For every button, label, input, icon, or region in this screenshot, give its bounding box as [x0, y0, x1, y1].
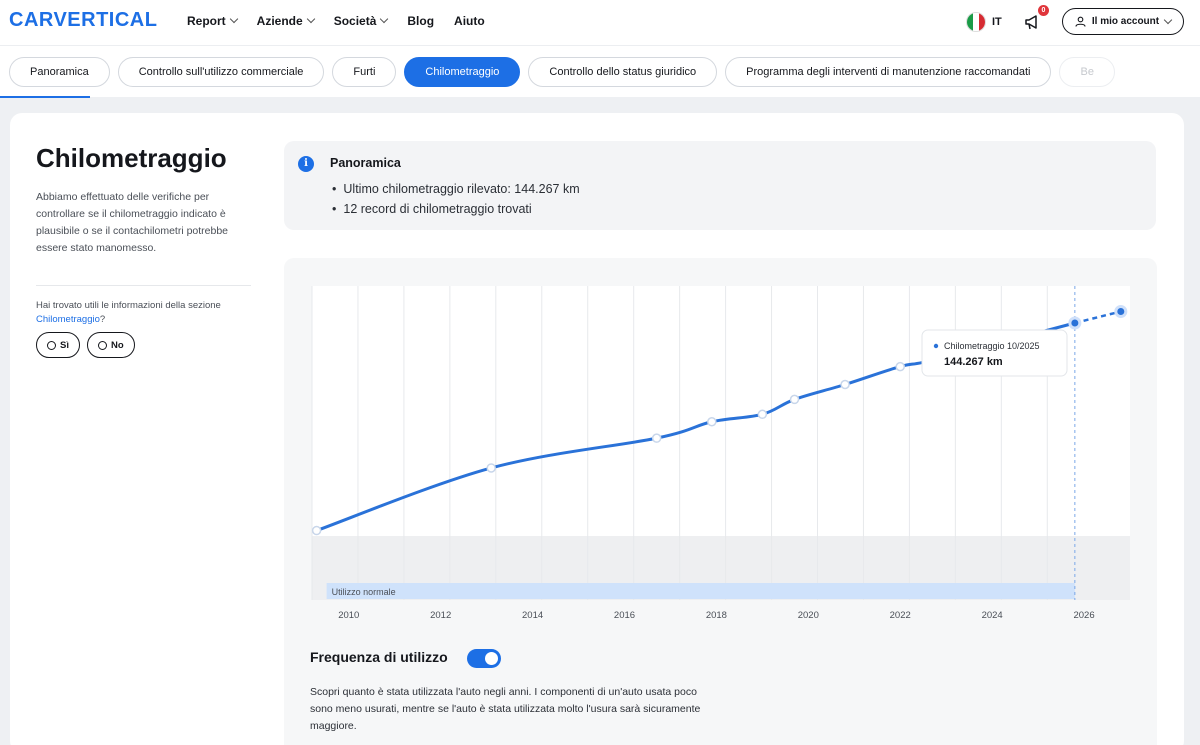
overview-list: Ultimo chilometraggio rilevato: 144.267 … [332, 179, 580, 219]
info-icon: i [298, 156, 314, 172]
tooltip-label: Chilometraggio 10/2025 [944, 341, 1040, 351]
x-tick-label: 2026 [1073, 610, 1094, 621]
frequency-description: Scopri quanto è stata utilizzata l'auto … [310, 686, 701, 732]
overview-item-last-mileage: Ultimo chilometraggio rilevato: 144.267 … [332, 179, 579, 199]
overview-item-record-count: 12 record di chilometraggio trovati [332, 199, 580, 219]
frown-icon [97, 340, 107, 350]
overview-title: Panoramica [330, 156, 401, 170]
notification-badge: 0 [1038, 5, 1049, 16]
tab-be[interactable]: Be [1059, 57, 1115, 87]
nav-aiuto[interactable]: Aiuto [454, 14, 485, 28]
x-tick-label: 2010 [338, 610, 359, 621]
frequency-title: Frequenza di utilizzo [310, 649, 448, 665]
section-description: Abbiamo effettuato delle verifiche per c… [36, 191, 229, 254]
mileage-chart: Utilizzo normale 2010 2012 2014 2016 2018 2020… [311, 286, 1130, 621]
tab-controllo-dello-status-giuridico[interactable]: Controllo dello status giuridico [528, 57, 718, 87]
account-button[interactable]: Il mio account [1062, 8, 1184, 35]
tooltip-dot [933, 343, 939, 349]
tab-controllo-sull-utilizzo-commerciale[interactable]: Controllo sull'utilizzo commerciale [117, 57, 325, 87]
tab-furti[interactable]: Furti [332, 57, 397, 87]
tab-chilometraggio[interactable]: Chilometraggio [404, 57, 521, 87]
x-tick-label: 2024 [982, 610, 1003, 621]
x-tick-label: 2020 [798, 610, 819, 621]
section-title: Chilometraggio [36, 143, 227, 173]
section-tabs-bar: Panoramica Controllo sull'utilizzo commer… [0, 45, 1200, 98]
carvertical-logo[interactable]: CARVERTICAL [9, 9, 157, 32]
chevron-down-icon [1163, 15, 1173, 24]
feedback-buttons: Sì No [36, 332, 135, 358]
tabs-scroll-indicator [0, 96, 90, 98]
feedback-section-link[interactable]: Chilometraggio [36, 314, 100, 325]
mileage-point [789, 394, 800, 405]
section-tabs: Panoramica Controllo sull'utilizzo commer… [9, 57, 1115, 87]
language-code: IT [992, 16, 1002, 28]
feedback-yes-button[interactable]: Sì [36, 332, 80, 358]
tab-panoramica[interactable]: Panoramica [9, 57, 110, 87]
normal-usage-label: Utilizzo normale [332, 587, 396, 597]
megaphone-icon[interactable] [1024, 13, 1042, 31]
mileage-point [486, 463, 496, 473]
chevron-down-icon [380, 14, 389, 24]
mileage-point [707, 417, 717, 427]
user-icon [1075, 16, 1086, 27]
nav-societa[interactable]: Società [334, 14, 389, 28]
normal-usage-bar [326, 583, 1075, 599]
x-tick-label: 2014 [522, 610, 543, 621]
x-tick-label: 2016 [614, 610, 635, 621]
mileage-point [757, 409, 768, 420]
frequency-toggle[interactable] [467, 649, 501, 668]
divider [36, 285, 251, 286]
mileage-card: Chilometraggio Abbiamo effettuato delle … [10, 113, 1184, 745]
overview-box: i Panoramica Ultimo chilometraggio rilev… [284, 141, 1156, 230]
nav-report[interactable]: Report [187, 14, 238, 28]
tooltip-value: 144.267 km [944, 356, 1003, 368]
projection-point [1114, 304, 1128, 318]
nav-blog[interactable]: Blog [407, 14, 434, 28]
top-header: CARVERTICAL Report Aziende Società Blog … [0, 0, 1200, 45]
italy-flag-icon [966, 12, 986, 32]
mileage-point [840, 379, 850, 390]
nav-aziende[interactable]: Aziende [257, 14, 315, 28]
mileage-point [311, 525, 322, 536]
x-tick-label: 2022 [890, 610, 911, 621]
tab-programma-degli-interventi-di-manutenzione-raccomandati[interactable]: Programma degli interventi di manutenzio… [725, 57, 1052, 87]
mileage-chart-panel: Utilizzo normale 2010 2012 2014 2016 2018 2020… [284, 258, 1157, 745]
chevron-down-icon [306, 14, 315, 24]
mileage-point [895, 361, 905, 372]
feedback-no-button[interactable]: No [86, 332, 135, 358]
x-tick-label: 2018 [706, 610, 727, 621]
chevron-down-icon [229, 14, 238, 24]
feedback-question: Hai trovato utili le informazioni della … [36, 300, 221, 325]
x-tick-label: 2012 [430, 610, 451, 621]
mileage-point [651, 433, 662, 443]
smile-icon [47, 340, 56, 350]
mileage-tooltip [921, 329, 1068, 377]
main-nav: Report Aziende Società Blog Aiuto [187, 14, 485, 28]
language-selector[interactable]: IT [966, 12, 1002, 32]
mileage-point [1068, 316, 1082, 330]
